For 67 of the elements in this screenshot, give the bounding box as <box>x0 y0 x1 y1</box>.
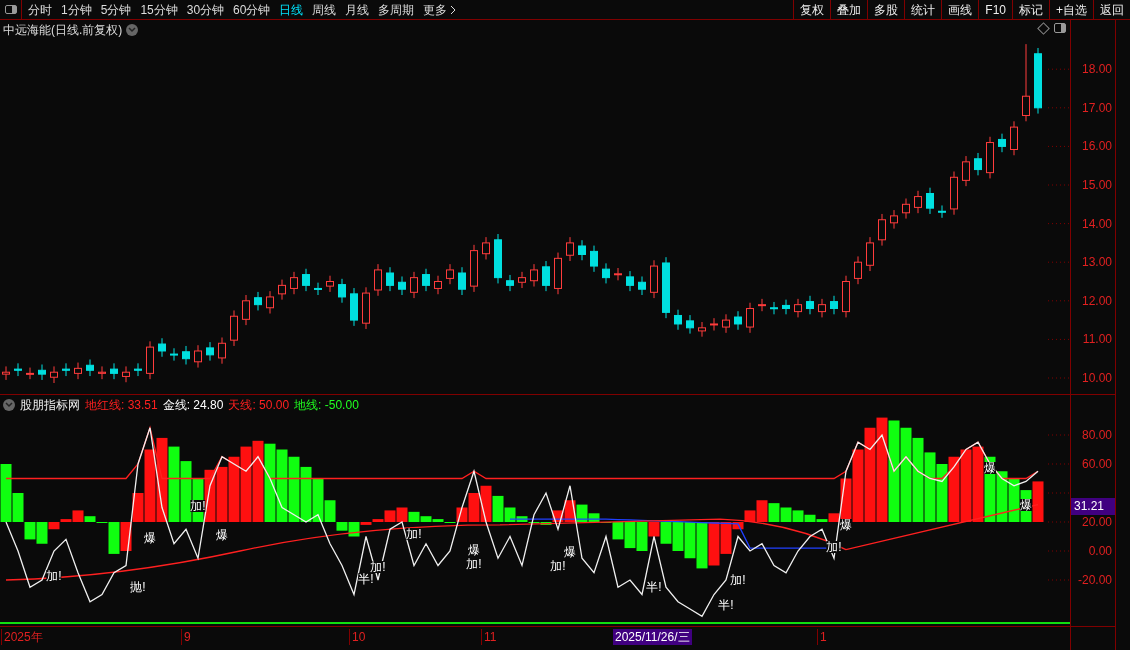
axis-label: 14.00 <box>1081 217 1112 230</box>
period-tab[interactable]: 更多 <box>423 0 457 19</box>
period-tab[interactable]: 分时 <box>28 0 52 19</box>
layout-toggle-icon[interactable] <box>1054 23 1066 33</box>
signal-label: 半! <box>718 598 734 611</box>
signal-label: 爆 <box>984 462 996 475</box>
period-tab[interactable]: 15分钟 <box>140 0 178 19</box>
toolbar-button[interactable]: 画线 <box>941 0 979 19</box>
toolbar-button[interactable]: F10 <box>978 0 1012 19</box>
legend-value: 天线: 50.00 <box>228 397 290 414</box>
signal-label: 加! <box>46 569 62 582</box>
chart-title: 中远海能(日线.前复权) <box>3 22 123 39</box>
axis-label: 18.00 <box>1081 63 1112 76</box>
time-label: 11 <box>481 629 497 645</box>
period-tab[interactable]: 30分钟 <box>186 0 225 19</box>
axis-label: 0.00 <box>1088 545 1112 557</box>
toolbar-button[interactable]: 多股 <box>867 0 905 19</box>
axis-label: 13.00 <box>1081 256 1112 269</box>
legend-value: 地红线: 33.51 <box>85 397 158 414</box>
signal-label: 加! <box>466 558 482 571</box>
signal-label: 爆 <box>564 546 576 559</box>
toolbar-button[interactable]: 返回 <box>1093 0 1130 19</box>
period-tab[interactable]: 周线 <box>312 0 337 19</box>
axis-label: 80.00 <box>1081 429 1112 441</box>
toolbar-button[interactable]: 复权 <box>793 0 831 19</box>
signal-label: 抛! <box>130 581 146 594</box>
time-label: 2025年 <box>1 629 43 645</box>
toolbar-button[interactable]: 标记 <box>1012 0 1049 19</box>
period-tab[interactable]: 多周期 <box>378 0 415 19</box>
toolbar-button[interactable]: 叠加 <box>830 0 868 19</box>
signal-label: 半! <box>358 572 374 585</box>
axis-label: 11.00 <box>1082 333 1112 346</box>
time-label: 1 <box>817 629 827 645</box>
axis-label: 17.00 <box>1081 101 1112 114</box>
time-label: 9 <box>181 629 191 645</box>
axis-label: -20.00 <box>1077 574 1112 586</box>
toolbar-button[interactable]: 统计 <box>904 0 942 19</box>
toolbar-button[interactable]: +自选 <box>1049 0 1093 19</box>
time-label: 10 <box>349 629 366 645</box>
signal-label: 半! <box>646 581 662 594</box>
axis-label: 16.00 <box>1081 140 1112 153</box>
period-tab[interactable]: 日线 <box>279 0 304 19</box>
period-tab[interactable]: 60分钟 <box>233 0 271 19</box>
axis-label: 15.00 <box>1081 179 1112 191</box>
signal-label: 爆 <box>216 529 228 542</box>
period-tab[interactable]: 月线 <box>345 0 370 19</box>
signal-label: 加! <box>826 540 842 553</box>
current-value-tag: 31.21 <box>1071 497 1115 515</box>
legend-value: 地线: -50.00 <box>294 397 359 414</box>
signal-label: 加! <box>370 560 386 573</box>
signal-label: 爆 <box>144 531 156 544</box>
indicator-name: 股朋指标网 <box>20 397 80 414</box>
signal-label: 爆 <box>468 543 480 556</box>
time-label: 2025/11/26/三 <box>613 629 692 645</box>
period-tab[interactable]: 1分钟 <box>61 0 92 19</box>
axis-label: 10.00 <box>1081 372 1112 384</box>
axis-label: 60.00 <box>1081 458 1112 470</box>
legend-value: 金线: 24.80 <box>162 397 224 414</box>
dropdown-icon[interactable] <box>3 399 15 411</box>
period-tab[interactable]: 5分钟 <box>100 0 132 19</box>
axis-label: 20.00 <box>1081 516 1112 528</box>
dropdown-icon[interactable] <box>126 24 139 36</box>
signal-label: 加! <box>550 559 566 572</box>
signal-label: 加! <box>190 500 206 513</box>
axis-label: 12.00 <box>1081 294 1112 307</box>
signal-label: 加! <box>730 574 746 586</box>
chevron-right-icon <box>450 4 457 15</box>
